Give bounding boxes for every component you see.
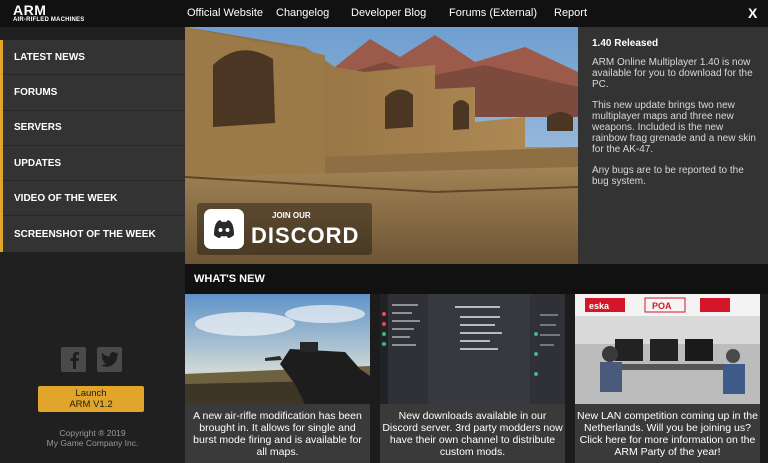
banner-poa: POA [652,301,672,311]
company-name: My Game Company Inc. [46,438,139,448]
sidebar-item-latest-news[interactable]: LATEST NEWS [3,40,185,76]
twitter-icon[interactable] [97,347,122,372]
launch-button[interactable]: Launch ARM V1.2 [38,386,144,412]
card-caption: New downloads available in our Discord s… [382,410,563,458]
launch-label: Launch [75,388,107,399]
card-caption: New LAN competition coming up in the Net… [577,410,758,458]
sidebar-menu: LATEST NEWS FORUMS SERVERS UPDATES VIDEO… [0,40,185,252]
discord-join-label: JOIN OUR [272,211,311,220]
discord-wordmark: DISCORD [251,223,360,248]
sidebar: LATEST NEWS FORUMS SERVERS UPDATES VIDEO… [0,27,185,463]
sidebar-item-screenshot-of-the-week[interactable]: SCREENSHOT OF THE WEEK [3,216,185,251]
article-paragraph: ARM Online Multiplayer 1.40 is now avail… [592,57,753,90]
article-paragraph: Any bugs are to be reported to the bug s… [592,165,744,187]
card-caption: A new air-rifle modification has been br… [193,410,362,458]
nav-changelog[interactable]: Changelog [276,7,329,19]
top-bar: ARM AIR-RIFLED MACHINES Official Website… [0,0,768,27]
whats-new-title: WHAT'S NEW [194,273,265,285]
card-thumbnail: eska POA [575,294,760,404]
copyright-line: Copyright ® 2019 [59,428,126,438]
logo-title: ARM [13,2,47,18]
sidebar-item-updates[interactable]: UPDATES [3,146,185,182]
nav-developer-blog[interactable]: Developer Blog [351,7,426,19]
whats-new-header: WHAT'S NEW [185,264,768,294]
banner-eska: eska [589,301,610,311]
launch-version: ARM V1.2 [69,399,113,410]
logo-subtitle: AIR-RIFLED MACHINES [13,17,85,23]
sidebar-item-servers[interactable]: SERVERS [3,111,185,146]
close-icon[interactable]: X [748,5,757,21]
nav-report[interactable]: Report [554,7,587,19]
app-logo[interactable]: ARM AIR-RIFLED MACHINES [13,2,98,24]
copyright: Copyright ® 2019 My Game Company Inc. [0,428,185,448]
article-title: 1.40 Released [592,38,659,49]
card-thumbnail [185,294,370,404]
article-paragraph: This new update brings two new multiplay… [592,100,756,155]
nav-forums-external[interactable]: Forums (External) [449,7,537,19]
discord-join-banner[interactable]: JOIN OUR DISCORD [197,203,372,255]
card-thumbnail [380,294,565,404]
sidebar-item-video-of-the-week[interactable]: VIDEO OF THE WEEK [3,181,185,217]
sidebar-item-forums[interactable]: FORUMS [3,75,185,111]
news-card-air-rifle[interactable]: A new air-rifle modification has been br… [185,294,370,463]
hero-banner[interactable]: JOIN OUR DISCORD [185,27,578,264]
facebook-icon[interactable] [61,347,86,372]
nav-official-website[interactable]: Official Website [187,7,263,19]
news-article: 1.40 Released ARM Online Multiplayer 1.4… [578,27,768,264]
news-card-lan-competition[interactable]: eska POA New LAN competition coming up i… [575,294,760,463]
discord-icon [204,209,244,249]
news-card-discord-downloads[interactable]: New downloads available in our Discord s… [380,294,565,463]
